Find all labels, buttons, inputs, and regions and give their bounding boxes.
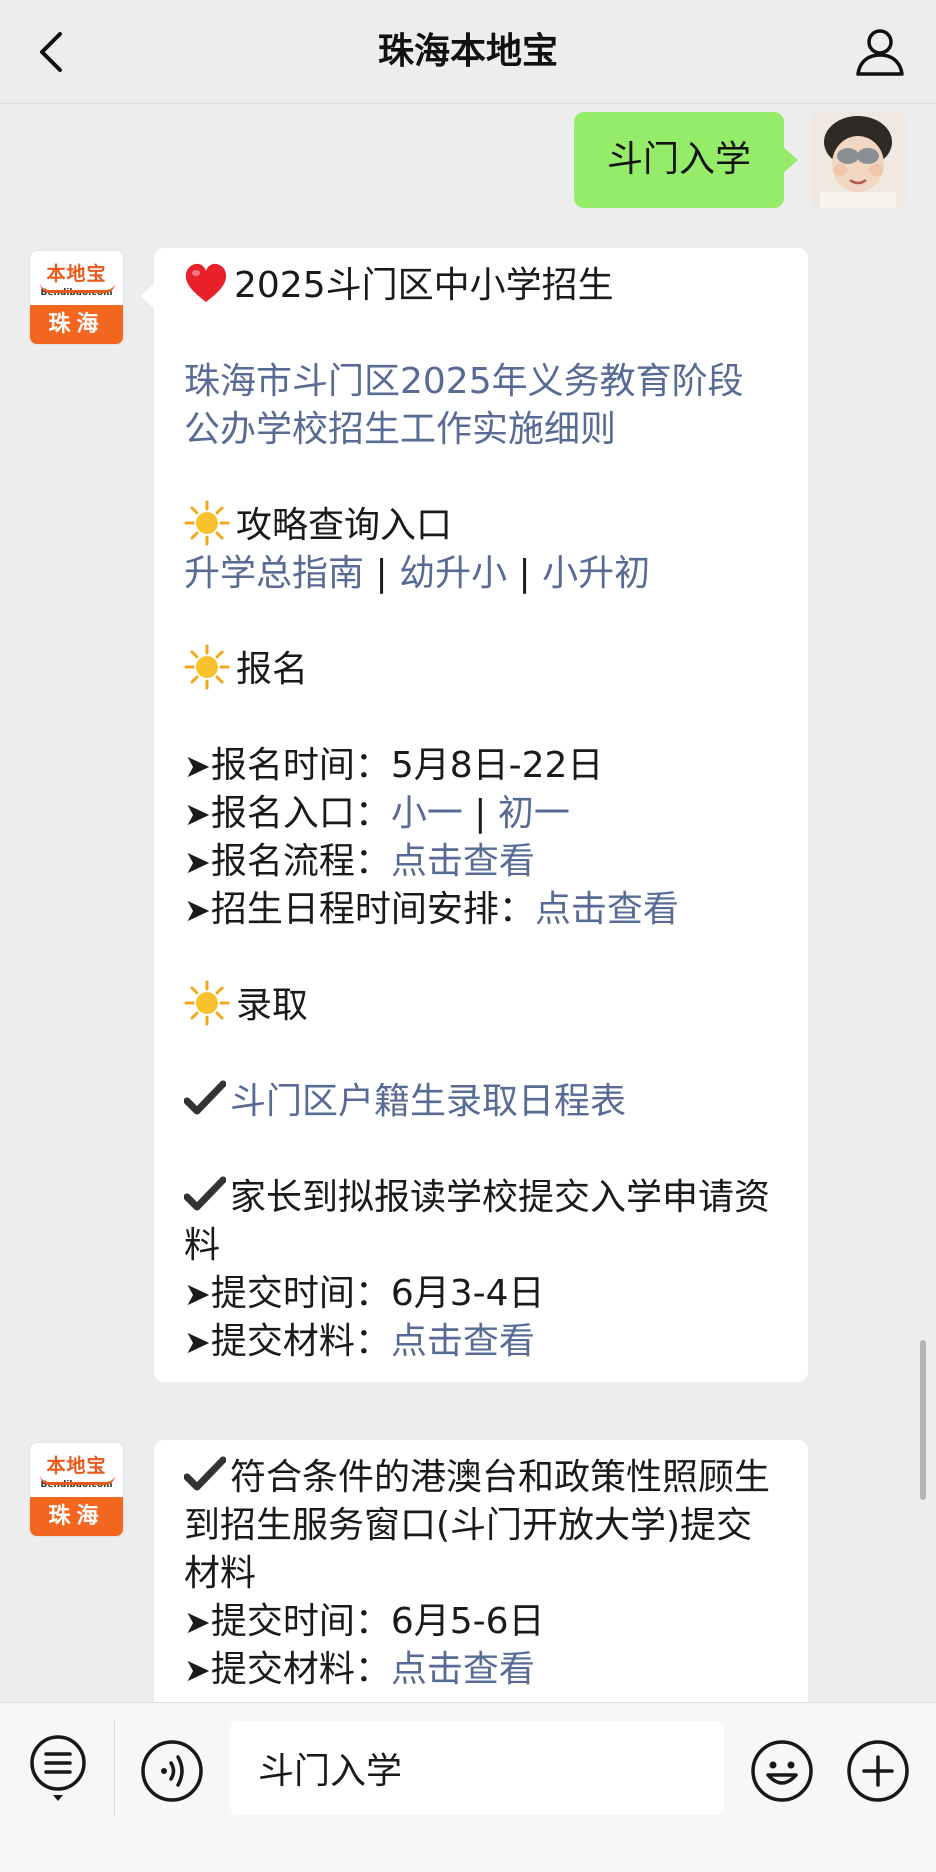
arrow-icon: ➤	[184, 1651, 211, 1689]
arrow-icon: ➤	[184, 1603, 211, 1641]
signup-process-line: ➤报名流程：点击查看	[184, 838, 778, 886]
list-menu-icon[interactable]	[28, 1733, 88, 1803]
arrow-icon: ➤	[184, 843, 211, 881]
admission-heading-line: 录取	[184, 980, 778, 1030]
avatar-brand: 本地宝	[46, 1455, 107, 1477]
separator: |	[518, 553, 531, 594]
schedule-label: 招生日程时间安排：	[210, 889, 535, 930]
input-bar	[0, 1702, 936, 1872]
signup-heading: 报名	[236, 649, 309, 690]
signup-link-grade1[interactable]: 小一	[391, 793, 463, 834]
submit-time-line: ➤提交时间：6月3-4日	[184, 1270, 778, 1318]
chat-title: 珠海本地宝	[377, 31, 558, 72]
avatar-brand: 本地宝	[46, 263, 107, 285]
bendibao-avatar[interactable]: 本地宝 Bendibao.com 珠海	[29, 250, 124, 345]
admission-heading: 录取	[236, 985, 309, 1026]
schedule-link[interactable]: 点击查看	[535, 889, 679, 930]
submit-time-label: 提交时间：	[210, 1601, 391, 1642]
check-mark-icon	[184, 1080, 226, 1115]
eligible-text: 符合条件的港澳台和政策性照顾生到招生服务窗口(斗门开放大学)提交材料	[184, 1457, 771, 1594]
separator: |	[474, 793, 487, 834]
household-schedule-link[interactable]: 斗门区户籍生录取日程表	[230, 1081, 626, 1122]
submit-material-line: ➤提交材料：点击查看	[184, 1646, 778, 1694]
scrollbar[interactable]	[920, 1340, 926, 1500]
signup-time-value: 5月8日-22日	[390, 745, 604, 786]
guide-link-overall[interactable]: 升学总指南	[184, 553, 364, 594]
guide-link-primary[interactable]: 小升初	[542, 553, 650, 594]
policy-link-line2[interactable]: 公办学校招生工作实施细则	[184, 409, 616, 450]
submit-material-label: 提交材料：	[210, 1321, 391, 1362]
check-mark-icon	[184, 1176, 226, 1211]
voice-icon[interactable]	[140, 1739, 204, 1803]
chat-header: 珠海本地宝	[0, 0, 936, 104]
signup-time-line: ➤报名时间：5月8日-22日	[184, 742, 778, 790]
user-avatar-image	[810, 112, 906, 208]
sun-icon	[184, 644, 230, 690]
avatar-city: 珠海	[30, 1496, 123, 1536]
guide-link-kindergarten[interactable]: 幼升小	[399, 553, 507, 594]
incoming-message-bubble: 符合条件的港澳台和政策性照顾生到招生服务窗口(斗门开放大学)提交材料 ➤提交时间…	[154, 1440, 808, 1702]
guide-links-line: 升学总指南 | 幼升小 | 小升初	[184, 550, 778, 598]
eligible-line: 符合条件的港澳台和政策性照顾生到招生服务窗口(斗门开放大学)提交材料	[184, 1454, 778, 1598]
avatar-swoosh	[40, 283, 115, 293]
submit-material-label: 提交材料：	[210, 1649, 391, 1690]
submit-material-line: ➤提交材料：点击查看	[184, 1318, 778, 1366]
outgoing-message-bubble[interactable]: 斗门入学	[574, 112, 798, 208]
check-mark-icon	[184, 1456, 226, 1491]
avatar-swoosh	[40, 1475, 115, 1485]
policy-link-cont[interactable]: 公办学校招生工作实施细则	[184, 406, 778, 454]
message-input[interactable]	[230, 1721, 724, 1815]
message-title-line: 2025斗门区中小学招生	[184, 262, 778, 310]
arrow-icon: ➤	[184, 747, 211, 785]
user-avatar[interactable]	[810, 112, 906, 208]
household-line: 斗门区户籍生录取日程表	[184, 1078, 778, 1126]
submit-time-value: 6月5-6日	[390, 1601, 545, 1642]
smiley-icon[interactable]	[750, 1739, 814, 1803]
policy-link-line1[interactable]: 珠海市斗门区2025年义务教育阶段	[184, 361, 744, 402]
submit-material-link[interactable]: 点击查看	[391, 1321, 535, 1362]
red-heart-icon	[185, 263, 227, 302]
avatar-city: 珠海	[30, 304, 123, 344]
submit-material-link[interactable]: 点击查看	[391, 1649, 535, 1690]
signup-time-label: 报名时间：	[210, 745, 391, 786]
signup-process-link[interactable]: 点击查看	[391, 841, 535, 882]
arrow-icon: ➤	[184, 795, 211, 833]
arrow-icon: ➤	[184, 891, 211, 929]
bendibao-avatar[interactable]: 本地宝 Bendibao.com 珠海	[29, 1442, 124, 1537]
message-title: 2025斗门区中小学招生	[234, 265, 614, 306]
separator: |	[375, 553, 388, 594]
plus-icon[interactable]	[846, 1739, 910, 1803]
guide-heading: 攻略查询入口	[236, 505, 453, 546]
sun-icon	[184, 500, 230, 546]
signup-entry-line: ➤报名入口：小一 | 初一	[184, 790, 778, 838]
guide-heading-line: 攻略查询入口	[184, 500, 778, 550]
person-icon[interactable]	[850, 22, 910, 82]
policy-link[interactable]: 珠海市斗门区2025年义务教育阶段	[184, 358, 778, 406]
arrow-icon: ➤	[184, 1323, 211, 1361]
divider	[114, 1721, 115, 1817]
signup-process-label: 报名流程：	[210, 841, 391, 882]
incoming-message-bubble: 2025斗门区中小学招生 珠海市斗门区2025年义务教育阶段 公办学校招生工作实…	[140, 248, 808, 1382]
submit-time-value: 6月3-4日	[390, 1273, 545, 1314]
submit-time-label: 提交时间：	[210, 1273, 391, 1314]
parents-line: 家长到拟报读学校提交入学申请资料	[184, 1174, 778, 1270]
schedule-line: ➤招生日程时间安排：点击查看	[184, 886, 778, 934]
signup-entry-label: 报名入口：	[210, 793, 391, 834]
submit-time-line: ➤提交时间：6月5-6日	[184, 1598, 778, 1646]
arrow-icon: ➤	[184, 1275, 211, 1313]
signup-link-grade7[interactable]: 初一	[498, 793, 570, 834]
signup-heading-line: 报名	[184, 644, 778, 694]
sun-icon	[184, 980, 230, 1026]
parents-text: 家长到拟报读学校提交入学申请资料	[184, 1177, 771, 1266]
